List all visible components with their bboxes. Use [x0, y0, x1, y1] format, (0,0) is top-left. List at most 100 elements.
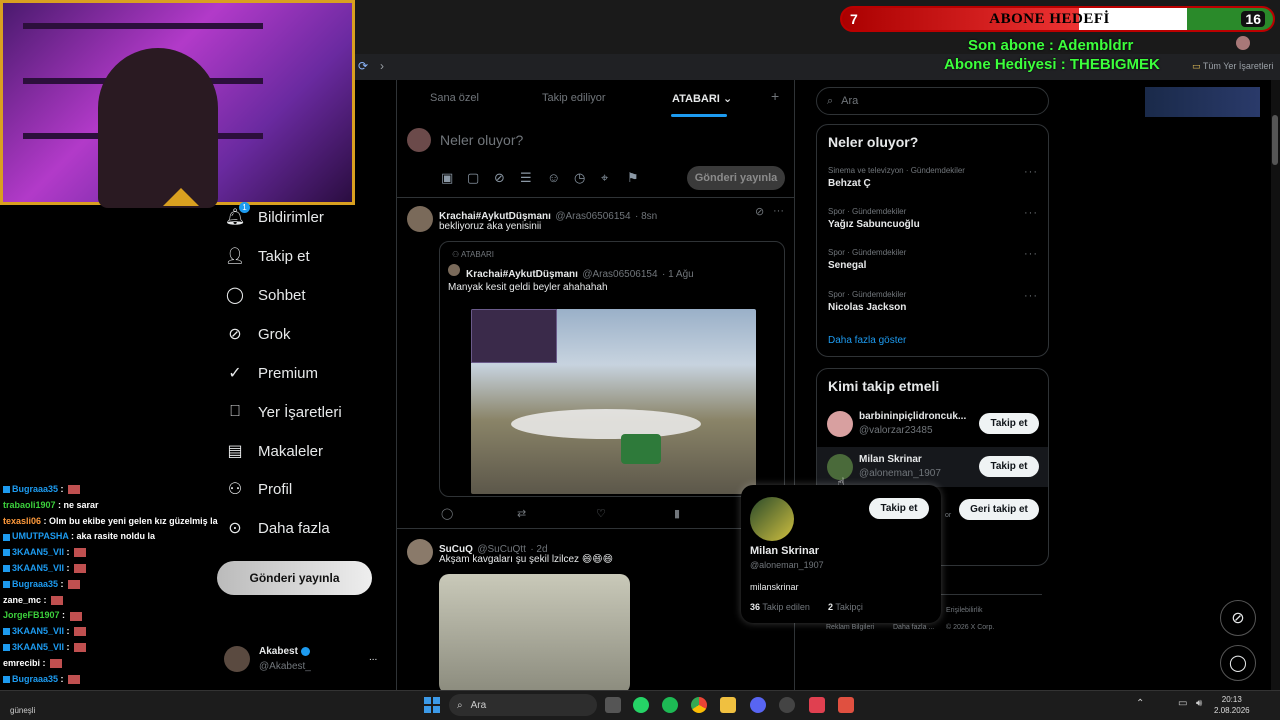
footer-link[interactable]: Reklam Bilgileri	[826, 624, 874, 631]
bookmarks-folder[interactable]: ▭ Tüm Yer İşaretleri	[1192, 61, 1273, 72]
follow-button[interactable]: Takip et	[979, 456, 1039, 477]
tweet[interactable]: SuCuQ @SuCuQtt · 2d Akşam kavgaları şu ş…	[397, 529, 794, 690]
nav-chat[interactable]: ◯ Sohbet	[226, 286, 306, 305]
poll-icon[interactable]: ☰	[520, 170, 532, 186]
discord-icon[interactable]	[750, 697, 766, 713]
chat-username[interactable]: emrecibi	[3, 658, 40, 668]
trend-more-icon[interactable]: ···	[1024, 166, 1038, 178]
weather-widget[interactable]: güneşli	[10, 706, 35, 715]
schedule-icon[interactable]: ◷	[574, 170, 585, 186]
suggested-user-name[interactable]: Milan Skrinar	[859, 454, 922, 465]
chat-username[interactable]: texasli06	[3, 516, 41, 526]
gif-icon[interactable]: ▢	[467, 170, 479, 186]
hovercard-avatar[interactable]	[750, 497, 794, 541]
forward-icon[interactable]: ›	[380, 59, 384, 73]
trend-name[interactable]: Nicolas Jackson	[828, 302, 906, 313]
nav-grok[interactable]: ⊘ Grok	[226, 325, 290, 344]
hovercard-name[interactable]: Milan Skrinar	[750, 545, 819, 557]
nav-articles[interactable]: ▤ Makaleler	[226, 442, 323, 461]
chat-username[interactable]: trabaoli1907	[3, 500, 56, 510]
suggested-user-avatar[interactable]	[827, 411, 853, 437]
trend-name[interactable]: Senegal	[828, 260, 866, 271]
grok-compose-icon[interactable]: ⊘	[494, 170, 505, 186]
chat-username[interactable]: 3KAAN5_VII	[12, 626, 64, 636]
chat-username[interactable]: JorgeFB1907	[3, 610, 60, 620]
compose-post-button[interactable]: Gönderi yayınla	[687, 166, 785, 190]
spotify-icon[interactable]	[662, 697, 678, 713]
suggested-user-name[interactable]: barbininpiçlidroncuk...	[859, 411, 966, 422]
follow-button[interactable]: Takip et	[979, 413, 1039, 434]
grok-analyze-icon[interactable]: ⊘	[755, 205, 764, 218]
tray-chevron-icon[interactable]: ⌃	[1136, 698, 1144, 709]
emoji-icon[interactable]: ☺	[547, 170, 560, 185]
reply-icon[interactable]: ◯	[441, 507, 453, 520]
app-icon[interactable]	[838, 697, 854, 713]
tweet-author-handle[interactable]: @Aras06506154	[555, 211, 630, 222]
compose-input[interactable]: Neler oluyor?	[440, 132, 523, 148]
nav-more[interactable]: ⊙ Daha fazla	[226, 519, 329, 538]
chat-username[interactable]: UMUTPASHA	[12, 531, 69, 541]
chat-username[interactable]: Bugraaa35	[12, 484, 58, 494]
chat-username[interactable]: Bugraaa35	[12, 579, 58, 589]
trend-name[interactable]: Behzat Ç	[828, 178, 871, 189]
location-icon[interactable]: ⌖	[601, 170, 608, 186]
page-scrollbar[interactable]	[1271, 80, 1280, 690]
tweet-video[interactable]	[439, 574, 630, 690]
taskbar-search[interactable]: ⌕ Ara	[449, 694, 597, 716]
nav-premium[interactable]: ✓ Premium	[226, 364, 318, 383]
quote-tweet[interactable]: ⚇ ATABARI Krachai#AykutDüşmanı @Aras0650…	[439, 241, 785, 497]
task-view-icon[interactable]	[605, 697, 621, 713]
flag-icon[interactable]: ⚑	[627, 170, 639, 186]
show-more-trends-link[interactable]: Daha fazla göster	[828, 335, 906, 346]
nav-follow[interactable]: 👤︎ Takip et	[225, 247, 310, 266]
tab-following[interactable]: Takip ediliyor	[542, 92, 606, 104]
profile-avatar[interactable]	[1236, 36, 1250, 50]
tab-for-you[interactable]: Sana özel	[430, 92, 479, 104]
chat-username[interactable]: 3KAAN5_VII	[12, 642, 64, 652]
like-icon[interactable]: ♡	[596, 507, 606, 520]
tweet-avatar[interactable]	[407, 206, 433, 232]
chat-username[interactable]: 3KAAN5_VII	[12, 563, 64, 573]
chrome-icon[interactable]	[691, 697, 707, 713]
nav-profile[interactable]: ⚇ Profil	[226, 480, 292, 499]
hovercard-follow-button[interactable]: Takip et	[869, 498, 929, 519]
repost-icon[interactable]: ⇄	[517, 507, 526, 520]
grok-floating-icon[interactable]: ⊘	[1220, 600, 1256, 636]
hovercard-following[interactable]: 36 Takip edilen	[750, 602, 810, 612]
messages-floating-icon[interactable]: ◯	[1220, 645, 1256, 681]
account-more-icon[interactable]: ...	[369, 652, 377, 663]
app-icon[interactable]	[809, 697, 825, 713]
tweet-time[interactable]: · 8sn	[635, 211, 657, 222]
tab-atabari[interactable]: ATABARI ⌄	[672, 92, 732, 105]
follow-back-button[interactable]: Geri takip et	[959, 499, 1039, 520]
taskbar-clock[interactable]: 20:13 2.08.2026	[1214, 694, 1250, 716]
add-tab-button[interactable]: +	[771, 88, 779, 104]
trend-name[interactable]: Yağız Sabuncuoğlu	[828, 219, 920, 230]
account-avatar[interactable]	[224, 646, 250, 672]
app-icon[interactable]	[779, 697, 795, 713]
trend-more-icon[interactable]: ···	[1024, 207, 1038, 219]
trend-more-icon[interactable]: ···	[1024, 290, 1038, 302]
search-input[interactable]: Ara	[841, 95, 858, 107]
windows-start-icon[interactable]	[424, 697, 440, 713]
chat-username[interactable]: 3KAAN5_VII	[12, 547, 64, 557]
views-icon[interactable]: ▮	[674, 507, 680, 520]
footer-link[interactable]: Erişilebilirlik	[946, 607, 983, 614]
whatsapp-icon[interactable]	[633, 697, 649, 713]
search-box[interactable]: ⌕ Ara	[816, 87, 1049, 115]
chat-username[interactable]: zane_mc	[3, 595, 41, 605]
network-icon[interactable]: ▭	[1178, 698, 1187, 709]
tweet-more-icon[interactable]: ···	[773, 205, 784, 217]
refresh-icon[interactable]: ⟳	[358, 59, 368, 73]
tweet[interactable]: Krachai#AykutDüşmanı @Aras06506154 · 8sn…	[397, 196, 794, 529]
scrollbar-thumb[interactable]	[1272, 115, 1278, 165]
footer-link[interactable]: Daha fazla ...	[893, 624, 934, 631]
trend-more-icon[interactable]: ···	[1024, 248, 1038, 260]
volume-icon[interactable]: 🔊︎	[1196, 698, 1202, 709]
chat-username[interactable]: Bugraaa35	[12, 674, 58, 684]
quote-video[interactable]	[471, 309, 756, 494]
nav-notifications[interactable]: 🔔︎ 1 Bildirimler	[225, 202, 324, 226]
nav-bookmarks[interactable]: ⎕ Yer İşaretleri	[226, 403, 341, 421]
post-button[interactable]: Gönderi yayınla	[217, 561, 372, 595]
tweet-avatar[interactable]	[407, 539, 433, 565]
